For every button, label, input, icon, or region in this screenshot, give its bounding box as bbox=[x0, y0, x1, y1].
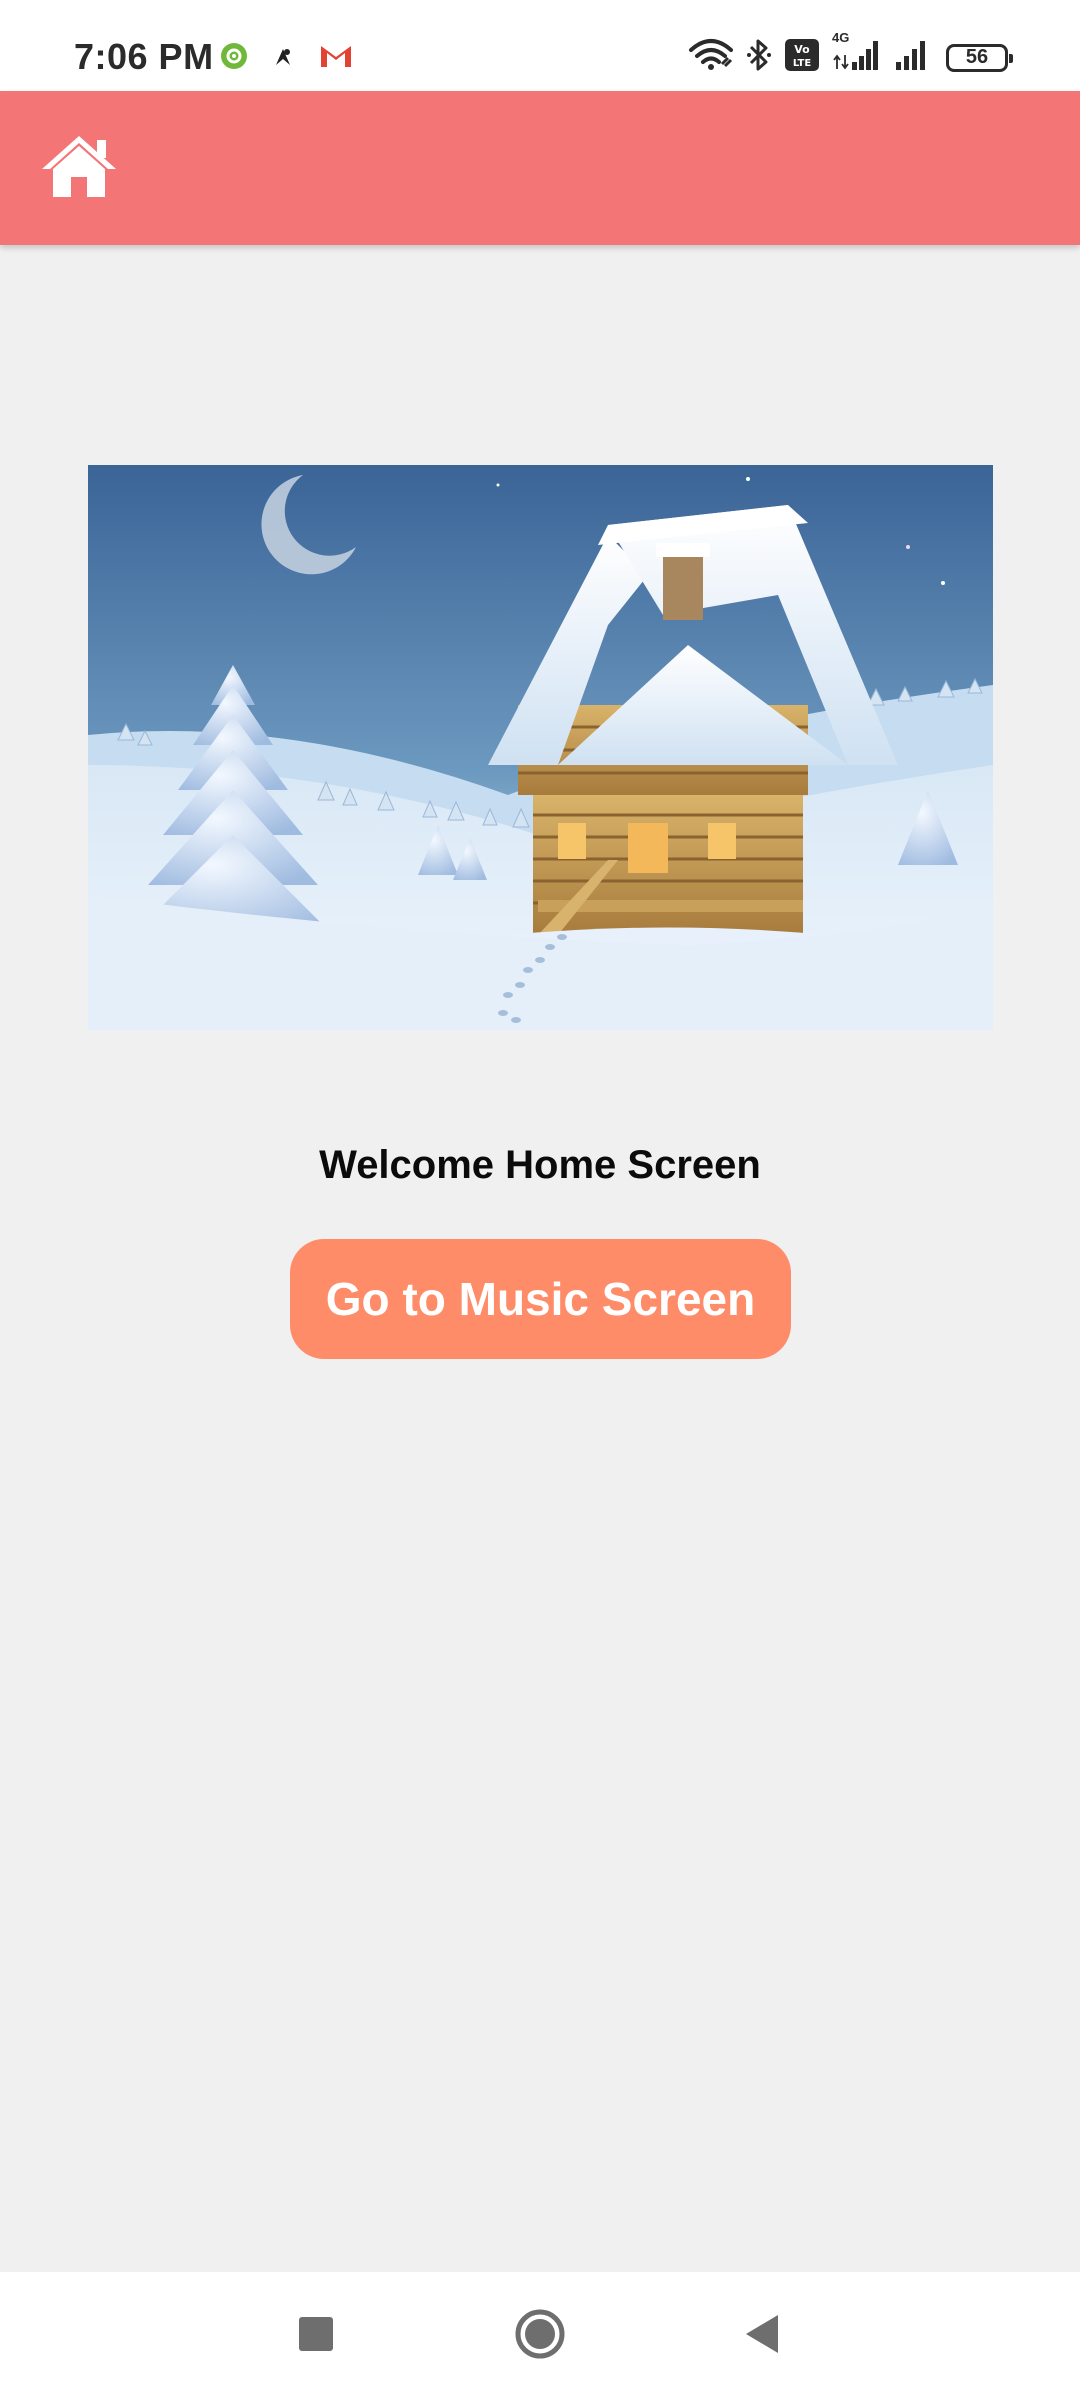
status-bar: 7:06 PM Vo LTE 4G 56 bbox=[0, 0, 1080, 91]
home-button[interactable] bbox=[36, 129, 122, 207]
settings-badge-icon bbox=[220, 42, 248, 75]
signal-4g-icon: 4G bbox=[832, 30, 882, 77]
system-icons: Vo LTE 4G 56 bbox=[688, 30, 1013, 77]
volte-icon: Vo LTE bbox=[784, 38, 820, 77]
back-icon bbox=[742, 2313, 782, 2360]
bluetooth-icon bbox=[746, 38, 772, 77]
recents-icon bbox=[298, 2316, 334, 2357]
svg-text:Vo: Vo bbox=[794, 43, 810, 56]
home-nav-button[interactable] bbox=[504, 2300, 576, 2372]
app-bar bbox=[0, 91, 1080, 245]
hero-image bbox=[88, 465, 993, 1030]
home-screen: 7:06 PM Vo LTE 4G 56 Welcome Home Screen… bbox=[0, 0, 1080, 2400]
svg-text:LTE: LTE bbox=[793, 58, 812, 69]
back-button[interactable] bbox=[726, 2300, 798, 2372]
recents-button[interactable] bbox=[280, 2300, 352, 2372]
battery-icon: 56 bbox=[946, 43, 1013, 72]
status-time: 7:06 PM bbox=[74, 36, 214, 77]
signal-icon bbox=[894, 38, 934, 77]
home-circle-icon bbox=[514, 2308, 566, 2365]
wifi-icon bbox=[688, 38, 734, 77]
home-icon bbox=[40, 133, 118, 204]
network-type-label: 4G bbox=[832, 30, 850, 45]
go-to-music-button[interactable]: Go to Music Screen bbox=[290, 1239, 791, 1359]
battery-level: 56 bbox=[965, 46, 989, 68]
app-notification-icon bbox=[270, 43, 296, 74]
welcome-text: Welcome Home Screen bbox=[319, 1143, 761, 1187]
cabin-illustration bbox=[88, 465, 993, 1030]
notification-icons bbox=[220, 42, 354, 75]
gmail-icon bbox=[318, 42, 354, 75]
navigation-bar bbox=[0, 2272, 1080, 2400]
